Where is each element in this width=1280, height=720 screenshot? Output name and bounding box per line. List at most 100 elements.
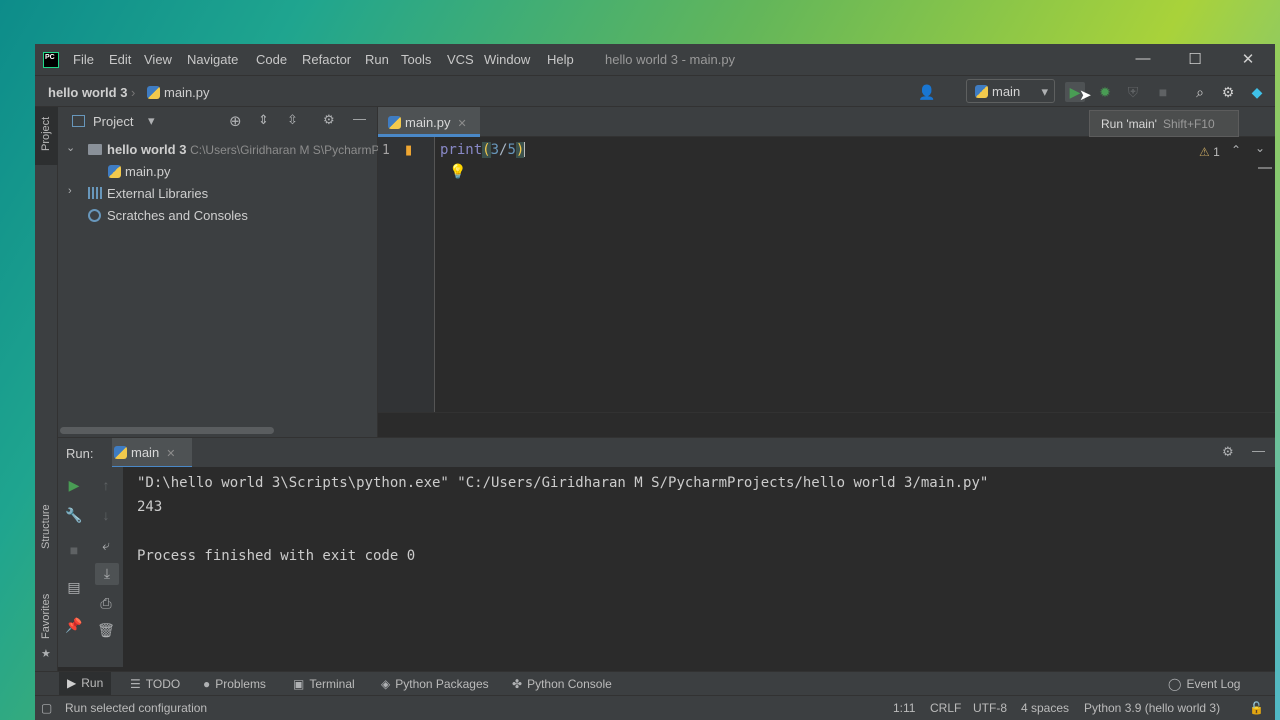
expand-all-icon[interactable]: ⇕ (258, 112, 269, 128)
ide-window: File Edit View Navigate Code Refactor Ru… (35, 44, 1275, 720)
run-toolbar: ▶ ↑ 🔧 ↓ ■ ⤶ ⤓ ▤ ⎙ 📌 🗑 (58, 467, 123, 667)
arrow-down-icon[interactable]: ↓ (96, 507, 116, 523)
tab-label: main.py (405, 115, 451, 130)
status-bar: ▢ Run selected configuration 1:11 CRLF U… (35, 695, 1275, 720)
breadcrumb-file[interactable]: main.py (147, 85, 210, 100)
run-configuration-select[interactable]: main ▾ (966, 79, 1055, 103)
tool-problems[interactable]: ● Problems (203, 677, 266, 691)
menu-navigate[interactable]: Navigate (187, 52, 238, 67)
print-icon[interactable]: ⎙ (96, 595, 116, 612)
menu-vcs[interactable]: VCS (447, 52, 474, 67)
menu-run[interactable]: Run (365, 52, 389, 67)
lightbulb-icon[interactable]: 💡 (449, 163, 466, 180)
python-console-icon: ✤ (512, 677, 523, 691)
soft-wrap-icon[interactable]: ⤶ (96, 537, 116, 554)
tab-close-icon[interactable]: ✕ (458, 118, 467, 130)
tool-event-log-label: Event Log (1186, 677, 1241, 691)
hide-panel-icon[interactable]: — (1252, 443, 1265, 458)
code-paren-close: ) (515, 142, 525, 158)
layout-icon[interactable]: ▤ (64, 579, 84, 596)
rerun-icon[interactable]: ▶ (64, 477, 84, 494)
minimize-icon[interactable]: — (1133, 50, 1153, 67)
gear-icon[interactable]: ⚙ (323, 112, 335, 128)
favorites-tool-label[interactable]: Favorites (40, 594, 52, 639)
menu-help[interactable]: Help (547, 52, 574, 67)
run-panel-label: Run: (66, 446, 94, 461)
search-icon[interactable]: ⌕ (1190, 82, 1210, 102)
menu-tools[interactable]: Tools (401, 52, 431, 67)
chevron-right-icon[interactable]: › (68, 185, 72, 197)
wrench-icon[interactable]: 🔧 (64, 507, 84, 524)
tree-file-label: main.py (125, 164, 171, 179)
tool-event-log[interactable]: ◯ Event Log (1168, 677, 1240, 691)
gear-icon[interactable]: ⚙ (1218, 82, 1238, 102)
menu-file[interactable]: File (73, 52, 94, 67)
bookmark-icon[interactable]: ▮ (405, 142, 412, 158)
collapse-all-icon[interactable]: ⇳ (287, 112, 298, 128)
maximize-icon[interactable]: ☐ (1185, 50, 1205, 68)
chevron-up-icon[interactable]: ⌃ (1231, 143, 1241, 157)
indent-setting[interactable]: 4 spaces (1021, 701, 1069, 715)
pin-icon[interactable]: 📌 (64, 617, 84, 634)
menu-code[interactable]: Code (256, 52, 287, 67)
hide-panel-icon[interactable]: — (353, 111, 366, 126)
project-view-select[interactable]: Project (93, 114, 133, 129)
pycharm-logo-icon (43, 52, 59, 68)
caret-position[interactable]: 1:11 (893, 701, 915, 715)
chevron-down-icon[interactable]: ⌄ (1255, 141, 1265, 155)
menu-view[interactable]: View (144, 52, 172, 67)
scroll-to-end-toggle[interactable]: ⤓ (95, 563, 119, 585)
line-separator[interactable]: CRLF (930, 701, 961, 715)
layout-toggle-icon[interactable]: ▢ (41, 701, 52, 715)
debug-bug-icon[interactable]: ✹ (1095, 82, 1115, 102)
tool-run[interactable]: ▶ Run (59, 672, 112, 695)
warning-indicator[interactable]: ⚠ 1 (1199, 145, 1220, 159)
tree-file-row[interactable]: main.py (58, 161, 378, 183)
locate-icon[interactable]: ⊕ (229, 112, 242, 130)
tool-todo-label: TODO (145, 677, 181, 691)
structure-tool-label[interactable]: Structure (40, 504, 52, 549)
python-file-icon (147, 86, 160, 99)
chevron-down-icon[interactable]: ⌄ (66, 141, 75, 154)
tree-scratches-row[interactable]: Scratches and Consoles (58, 205, 378, 227)
file-encoding[interactable]: UTF-8 (973, 701, 1007, 715)
python-icon (114, 446, 127, 459)
scratches-icon (88, 209, 101, 222)
tab-main-py[interactable]: main.py ✕ (378, 107, 480, 137)
python-interpreter[interactable]: Python 3.9 (hello world 3) (1084, 701, 1220, 715)
tree-external-libraries-row[interactable]: › External Libraries (58, 183, 378, 205)
stop-icon[interactable]: ■ (1153, 82, 1173, 102)
arrow-up-icon[interactable]: ↑ (96, 477, 116, 493)
info-icon: ● (203, 677, 211, 691)
python-file-icon (388, 116, 401, 129)
project-root-name: hello world 3 (107, 142, 187, 157)
run-tab-close-icon[interactable]: ✕ (166, 448, 175, 460)
tool-python-packages[interactable]: ◈ Python Packages (381, 677, 489, 691)
menu-edit[interactable]: Edit (109, 52, 131, 67)
project-tool-tab[interactable]: Project (35, 107, 58, 165)
layers-icon: ◈ (381, 677, 391, 691)
breadcrumb-project[interactable]: hello world 3 (48, 85, 127, 100)
text-caret (524, 142, 526, 157)
tool-terminal[interactable]: ▣ Terminal (293, 677, 355, 691)
jetbrains-toolbox-icon[interactable]: ◆ (1247, 82, 1267, 102)
lock-icon[interactable]: 🔓 (1249, 701, 1264, 715)
menu-refactor[interactable]: Refactor (302, 52, 351, 67)
chevron-down-icon: ▾ (1041, 84, 1048, 99)
trash-icon[interactable]: 🗑 (96, 622, 116, 639)
close-icon[interactable]: ✕ (1238, 50, 1258, 68)
chevron-down-icon[interactable]: ▾ (148, 113, 155, 129)
tree-root-row[interactable]: ⌄ hello world 3 C:\Users\Giridharan M S\… (58, 139, 378, 161)
console-output[interactable]: "D:\hello world 3\Scripts\python.exe" "C… (123, 467, 1275, 667)
coverage-icon[interactable]: ⛨ (1123, 82, 1143, 102)
run-tab-main[interactable]: main ✕ (112, 438, 192, 468)
menu-window[interactable]: Window (484, 52, 530, 67)
tool-python-console[interactable]: ✤ Python Console (512, 677, 612, 691)
code-editor[interactable]: print(3/5) 💡 ⚠ 1 ⌃ ⌄ (435, 137, 1275, 412)
stop-icon[interactable]: ■ (64, 542, 84, 558)
python-file-icon (108, 165, 121, 178)
gear-icon[interactable]: ⚙ (1222, 444, 1234, 460)
user-icon[interactable]: 👤▾ (917, 82, 937, 120)
tool-todo[interactable]: ☰ TODO (130, 677, 180, 691)
project-horizontal-scrollbar[interactable] (60, 427, 274, 434)
